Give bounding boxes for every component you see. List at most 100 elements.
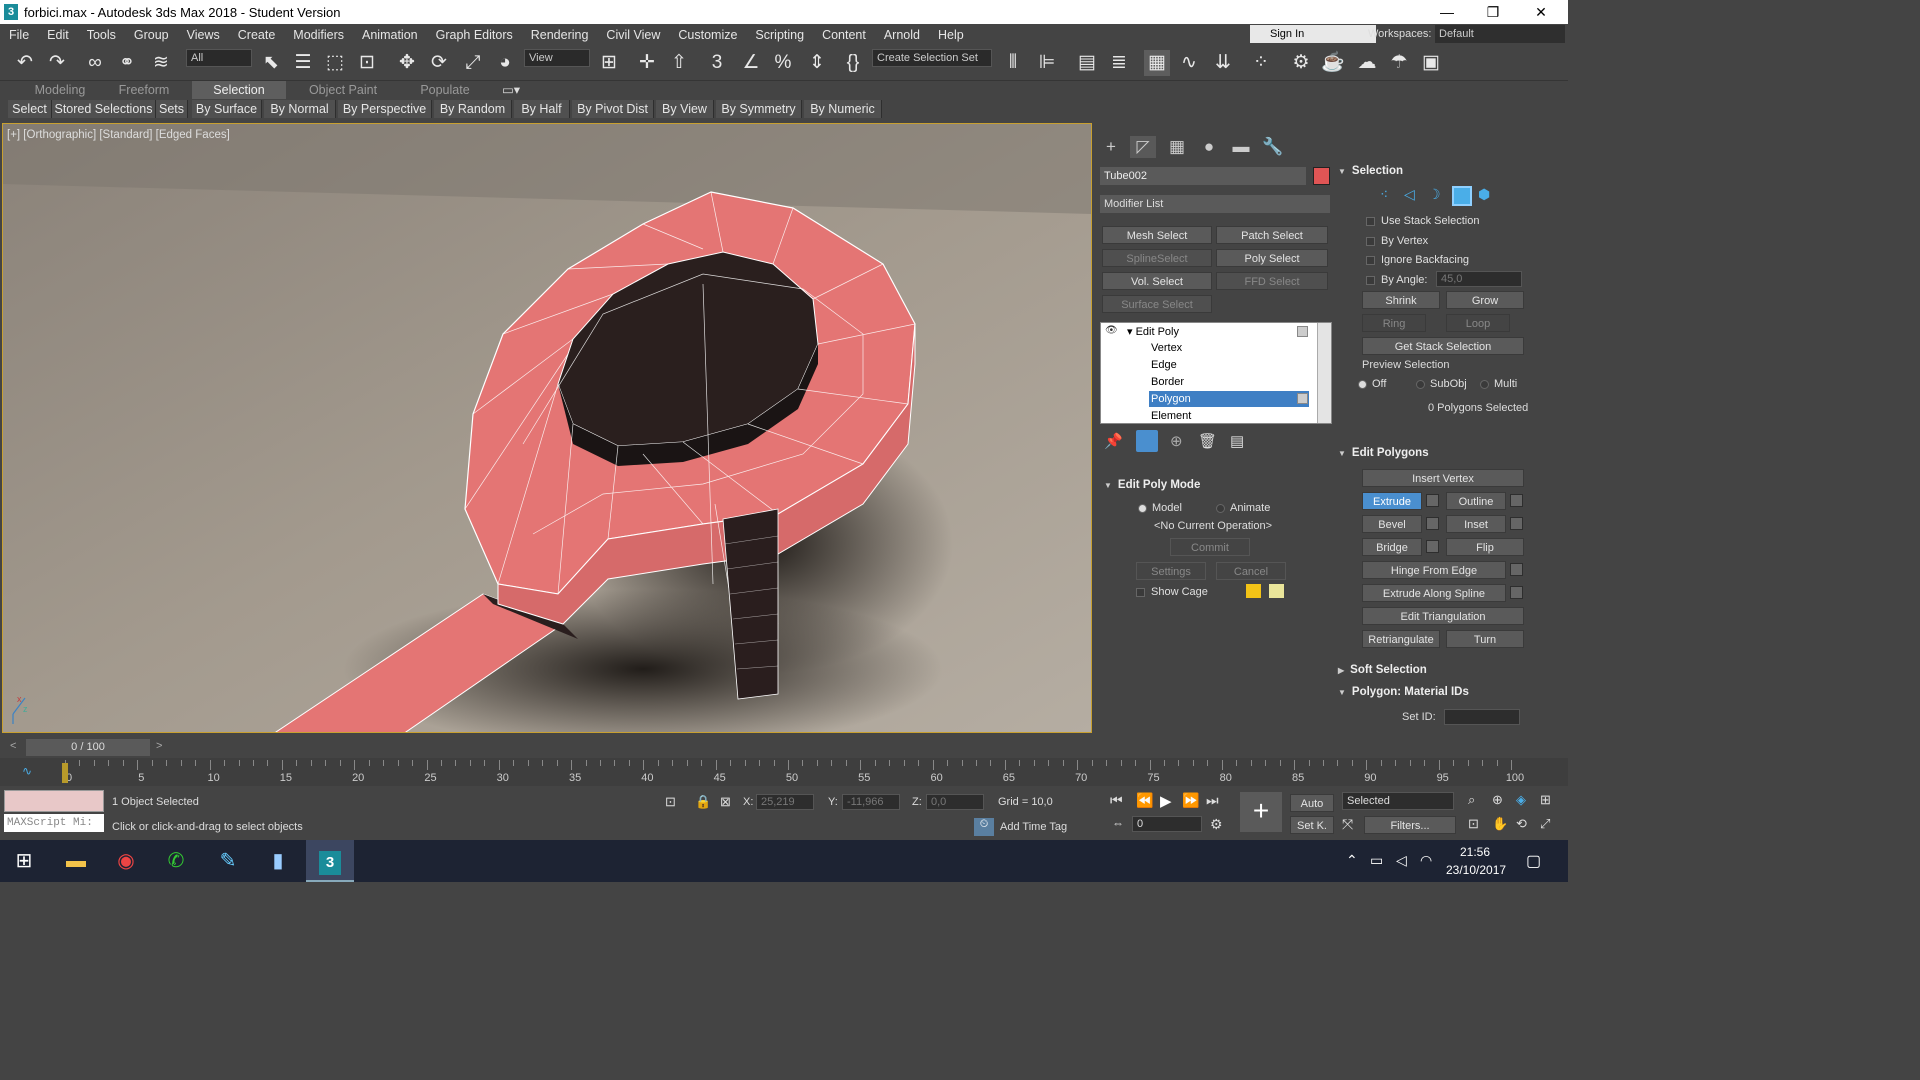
use-stack-selection-checkbox[interactable]: Use Stack Selection	[1366, 214, 1479, 228]
create-tab-icon[interactable]: +	[1098, 136, 1124, 158]
track-bar[interactable]: ∿ 0 5 10 15 20 25 30 35 40 45 50 55 60 65 70 75 80 85 90 95…	[0, 758, 1568, 786]
window-crossing-icon[interactable]: ⊡	[354, 50, 380, 76]
bridge-settings-icon[interactable]	[1426, 540, 1439, 553]
cage-selected-color-swatch[interactable]	[1269, 584, 1284, 598]
edge-mode-icon[interactable]: ◁	[1404, 186, 1415, 203]
menu-views[interactable]: Views	[178, 28, 229, 42]
align-icon[interactable]: ⊫	[1034, 50, 1060, 76]
edit-polygons-rollout[interactable]: ▼ Edit Polygons	[1338, 444, 1429, 462]
create-selection-set-dropdown[interactable]: Create Selection Set	[872, 49, 992, 67]
set-key-button[interactable]: Set K.	[1290, 816, 1334, 834]
menu-content[interactable]: Content	[813, 28, 875, 42]
ribbon-by-normal[interactable]: By Normal	[264, 100, 336, 118]
preview-subobj-radio[interactable]: SubObj	[1416, 377, 1467, 391]
ribbon-options-icon[interactable]: ▭▾	[496, 81, 526, 99]
zoom-extents-icon[interactable]: ◈	[1516, 792, 1526, 808]
curve-editor-icon[interactable]: ∿	[1176, 50, 1202, 76]
cage-color-swatch[interactable]	[1246, 584, 1261, 598]
zoom-extents-all-icon[interactable]: ⊞	[1540, 792, 1551, 808]
isolate-selection-icon[interactable]: ⊡	[665, 794, 676, 810]
link-icon[interactable]: ∞	[82, 50, 108, 76]
get-stack-selection-button[interactable]: Get Stack Selection	[1362, 337, 1524, 355]
poly-select-button[interactable]: Poly Select	[1216, 249, 1328, 267]
stack-item-element[interactable]: Element	[1151, 410, 1191, 422]
tab-object-paint[interactable]: Object Paint	[298, 81, 388, 99]
notepad-icon[interactable]: ▮	[254, 840, 302, 882]
time-configuration-icon[interactable]: ⚙	[1210, 816, 1223, 833]
ribbon-by-surface[interactable]: By Surface	[192, 100, 262, 118]
viewport-label[interactable]: [+] [Orthographic] [Standard] [Edged Fac…	[7, 129, 230, 141]
maximize-viewport-icon[interactable]: ⤢	[1540, 816, 1550, 832]
scale-icon[interactable]: ⤢	[460, 50, 486, 76]
minimize-button[interactable]: —	[1424, 0, 1470, 24]
unlink-icon[interactable]: ⚭	[114, 50, 140, 76]
select-manipulate-icon[interactable]: ✛	[634, 50, 660, 76]
element-mode-icon[interactable]: ⬢	[1478, 186, 1490, 203]
chrome-icon[interactable]: ◉	[102, 840, 150, 882]
rect-selection-icon[interactable]: ⬚	[322, 50, 348, 76]
mirror-icon[interactable]: ⫴	[1000, 50, 1026, 76]
toggle-layers-icon[interactable]: ≣	[1106, 50, 1132, 76]
polygon-toggle-icon[interactable]	[1297, 393, 1308, 404]
display-tab-icon[interactable]: ▬	[1228, 136, 1254, 158]
by-vertex-checkbox[interactable]: By Vertex	[1366, 234, 1428, 248]
tab-freeform[interactable]: Freeform	[104, 81, 184, 99]
stack-item-border[interactable]: Border	[1151, 376, 1184, 388]
modify-tab-icon[interactable]: ◸	[1130, 136, 1156, 158]
reference-coord-dropdown[interactable]: View	[524, 49, 590, 67]
stack-item-edge[interactable]: Edge	[1151, 359, 1177, 371]
ribbon-by-half[interactable]: By Half	[514, 100, 570, 118]
z-coordinate-field[interactable]: 0,0	[926, 794, 984, 810]
commit-button[interactable]: Commit	[1170, 538, 1250, 556]
rotate-icon[interactable]: ⟳	[426, 50, 452, 76]
vol-select-button[interactable]: Vol. Select	[1102, 272, 1212, 290]
hinge-from-edge-button[interactable]: Hinge From Edge	[1362, 561, 1506, 579]
ribbon-stored-selections[interactable]: Stored Selections	[52, 100, 156, 118]
menu-create[interactable]: Create	[229, 28, 285, 42]
snaps-toggle-icon[interactable]: 3	[704, 50, 730, 76]
grow-button[interactable]: Grow	[1446, 291, 1524, 309]
inset-settings-icon[interactable]	[1510, 517, 1523, 530]
orbit-icon[interactable]: ⟲	[1516, 816, 1527, 832]
render-production-icon[interactable]: ☂	[1386, 50, 1412, 76]
notifications-icon[interactable]: ▢	[1526, 851, 1541, 871]
modifier-list-dropdown[interactable]: Modifier List	[1100, 195, 1330, 213]
show-cage-checkbox[interactable]: Show Cage	[1136, 585, 1208, 599]
zoom-icon[interactable]: ⌕	[1468, 792, 1475, 808]
hierarchy-tab-icon[interactable]: ▦	[1164, 136, 1190, 158]
next-frame-icon[interactable]: >	[156, 740, 162, 752]
ribbon-by-symmetry[interactable]: By Symmetry	[716, 100, 802, 118]
ffd-select-button[interactable]: FFD Select	[1216, 272, 1328, 290]
stack-toggle-icon[interactable]	[1297, 326, 1308, 337]
restore-button[interactable]: ❐	[1470, 0, 1516, 24]
model-radio[interactable]: Model	[1138, 501, 1182, 515]
animate-radio[interactable]: Animate	[1216, 501, 1270, 515]
x-coordinate-field[interactable]: 25,219	[756, 794, 814, 810]
bind-spacewarp-icon[interactable]: ≋	[148, 50, 174, 76]
auto-key-button[interactable]: Auto	[1290, 794, 1334, 812]
layer-explorer-icon[interactable]: ▤	[1074, 50, 1100, 76]
3dsmax-taskbar-icon[interactable]: 3	[306, 840, 354, 882]
render-cloud-icon[interactable]: ▣	[1418, 50, 1444, 76]
border-mode-icon[interactable]: ☽	[1428, 186, 1441, 203]
utilities-tab-icon[interactable]: 🔧	[1260, 136, 1286, 158]
polygon-mode-icon[interactable]	[1452, 186, 1472, 206]
material-editor-icon[interactable]: ⚙	[1288, 50, 1314, 76]
ribbon-by-random[interactable]: By Random	[434, 100, 512, 118]
menu-customize[interactable]: Customize	[669, 28, 746, 42]
absolute-mode-icon[interactable]: ⊠	[720, 794, 731, 810]
surface-select-button[interactable]: Surface Select	[1102, 295, 1212, 313]
extrude-spline-settings-icon[interactable]	[1510, 586, 1523, 599]
shrink-button[interactable]: Shrink	[1362, 291, 1440, 309]
battery-icon[interactable]: ▭	[1370, 852, 1383, 869]
visibility-eye-icon[interactable]: 👁	[1105, 325, 1118, 336]
key-filter-dropdown[interactable]: Selected	[1342, 792, 1454, 810]
object-color-swatch[interactable]	[1313, 167, 1330, 185]
zoom-all-icon[interactable]: ⊕	[1492, 792, 1503, 808]
viewport-orthographic[interactable]: x z [+] [Orthographic] [Standard] [Edged…	[2, 123, 1092, 733]
rendered-frame-icon[interactable]: ☁	[1354, 50, 1380, 76]
prev-frame-icon[interactable]: <	[10, 740, 16, 752]
preview-multi-radio[interactable]: Multi	[1480, 377, 1517, 391]
material-ids-rollout[interactable]: ▼ Polygon: Material IDs	[1338, 683, 1469, 701]
windows-start-icon[interactable]: ⊞	[0, 840, 48, 882]
